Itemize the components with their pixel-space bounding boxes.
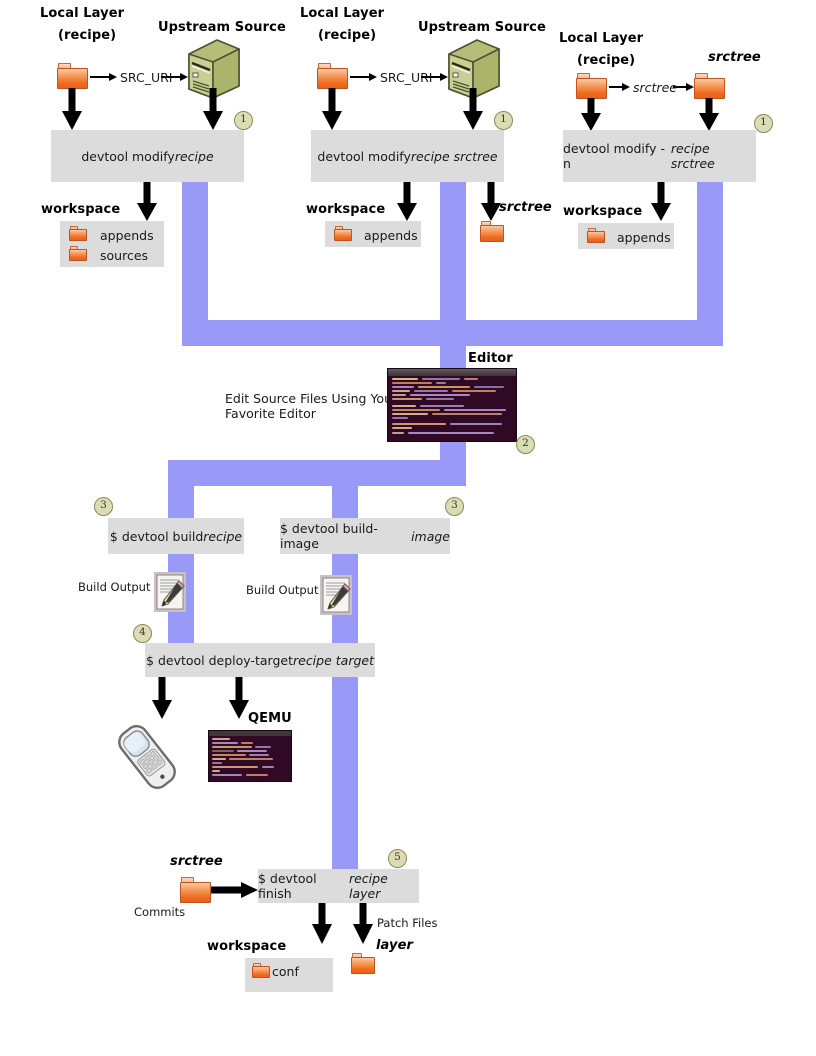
build-output-left-document-icon [154, 572, 186, 612]
col2-step-badge: 1 [494, 111, 513, 130]
devtool-build-image-italic: image [411, 528, 450, 544]
col1-arrow-cmd-to-workspace [137, 182, 157, 221]
finish-arrow-to-workspace [312, 903, 332, 944]
col1-upstream-label: Upstream Source [158, 20, 286, 35]
col2-local-layer-sub: (recipe) [318, 28, 377, 43]
col2-upstream-label: Upstream Source [418, 20, 546, 35]
col2-arrow-folder-to-cmd [322, 88, 342, 130]
devtool-finish-box[interactable]: $ devtool finish recipe layer [258, 869, 419, 903]
connector-mid-rail [168, 460, 466, 486]
editor-step-badge: 2 [516, 435, 535, 454]
col3-arrow-srctree-to-cmd [699, 98, 719, 131]
finish-srctree-folder-icon [180, 877, 211, 903]
col2-command-box[interactable]: devtool modify recipe srctree [311, 130, 504, 182]
col2-srctree-folder-icon [480, 221, 504, 242]
col3-workspace-appends-folder-icon [587, 228, 605, 243]
finish-arrow-srctree-to-cmd [211, 882, 258, 898]
col1-srcuri-arrow-left [90, 73, 117, 81]
editor-caption-line1: Edit Source Files Using Your [225, 391, 398, 406]
col3-srctree-arrow-left [609, 83, 630, 91]
col1-command-box[interactable]: devtool modify recipe [51, 130, 244, 182]
finish-layer-label: layer [376, 938, 414, 953]
col1-workspace-label: workspace [41, 202, 121, 217]
col3-workspace-item-appends: appends [617, 230, 671, 245]
finish-layer-folder-icon [351, 953, 375, 974]
col3-command-italic: recipe srctree [670, 141, 715, 171]
col2-workspace-appends-folder-icon [334, 226, 352, 241]
devtool-deploy-target-box[interactable]: $ devtool deploy-target recipe target [145, 643, 375, 677]
col3-arrow-cmd-to-workspace [651, 182, 671, 221]
finish-commits-label: Commits [134, 905, 186, 919]
devtool-build-italic: recipe [203, 528, 243, 544]
col1-arrow-server-to-cmd [203, 88, 223, 130]
deploy-step-badge: 4 [133, 624, 152, 643]
devtool-build-box[interactable]: $ devtool build recipe [108, 518, 244, 554]
col1-step-badge: 1 [234, 111, 253, 130]
qemu-label: QEMU [248, 711, 292, 726]
finish-workspace-item-conf: conf [272, 964, 299, 979]
col1-command-text: devtool modify [81, 148, 175, 164]
col3-arrow-folder-to-cmd [581, 98, 601, 131]
col2-arrow-server-to-cmd [463, 88, 483, 130]
col3-local-layer-folder-icon [576, 73, 607, 99]
build-left-step-badge: 3 [94, 497, 113, 516]
devtool-deploy-text: $ devtool deploy-target [146, 652, 293, 668]
col2-workspace-item-appends: appends [364, 228, 418, 243]
finish-patch-files-label: Patch Files [377, 916, 438, 930]
col2-workspace-label: workspace [306, 202, 386, 217]
build-output-right-document-icon [320, 575, 352, 615]
finish-srctree-label: srctree [170, 854, 223, 869]
col1-workspace-sources-folder-icon [69, 246, 87, 261]
col3-srctree-arrow-right [673, 83, 694, 91]
col2-local-layer-label: Local Layer [300, 6, 385, 21]
col3-srctree-link-label: srctree [633, 80, 677, 95]
devtool-build-text: $ devtool build [109, 528, 204, 544]
col3-local-layer-label: Local Layer [559, 31, 644, 46]
connector-build-left-vertical [168, 460, 194, 655]
devtool-finish-text: $ devtool finish [258, 871, 317, 901]
devtool-workflow-diagram: Local Layer (recipe) Upstream Source SRC… [0, 0, 816, 1056]
col3-step-badge: 1 [754, 114, 773, 133]
col3-command-box[interactable]: devtool modify -n recipe srctree [563, 130, 756, 182]
col1-command-italic: recipe [174, 148, 214, 164]
col2-arrow-cmd-to-workspace [397, 182, 417, 221]
col1-workspace-appends-folder-icon [69, 226, 87, 241]
build-right-step-badge: 3 [445, 497, 464, 516]
col3-srctree-folder-icon [694, 73, 725, 99]
finish-workspace-label: workspace [207, 939, 287, 954]
devtool-deploy-italic: recipe target [292, 652, 374, 668]
col3-workspace-label: workspace [563, 204, 643, 219]
col3-command-text: devtool modify -n [563, 141, 665, 171]
finish-workspace-conf-folder-icon [252, 963, 270, 978]
devtool-finish-italic: recipe layer [348, 871, 388, 901]
col1-local-layer-label: Local Layer [40, 6, 125, 21]
build-output-left-label: Build Output [78, 580, 151, 594]
devtool-build-image-text: $ devtool build-image [280, 521, 378, 551]
col2-command-italic: recipe srctree [410, 148, 498, 164]
col1-workspace-item-appends: appends [100, 228, 154, 243]
col1-workspace-item-sources: sources [100, 248, 149, 263]
col1-local-layer-sub: (recipe) [58, 28, 117, 43]
editor-heading: Editor [468, 351, 513, 366]
build-output-right-label: Build Output [246, 583, 319, 597]
devtool-build-image-box[interactable]: $ devtool build-image image [280, 518, 450, 554]
deploy-arrow-to-device [152, 677, 172, 719]
col3-srctree-label: srctree [708, 50, 761, 65]
editor-terminal-screenshot [388, 369, 516, 441]
col3-local-layer-sub: (recipe) [577, 53, 636, 68]
col2-srcuri-arrow-left [350, 73, 377, 81]
col1-local-layer-folder-icon [57, 63, 88, 89]
target-device-phone-icon [118, 725, 176, 789]
finish-arrow-to-layer [353, 903, 373, 944]
editor-caption-line2: Favorite Editor [225, 406, 316, 421]
col1-arrow-folder-to-cmd [62, 88, 82, 130]
qemu-terminal-screenshot [209, 731, 291, 781]
col2-srctree-label: srctree [499, 200, 552, 215]
col2-command-text: devtool modify [317, 148, 411, 164]
col2-local-layer-folder-icon [317, 63, 348, 89]
finish-step-badge: 5 [388, 849, 407, 868]
